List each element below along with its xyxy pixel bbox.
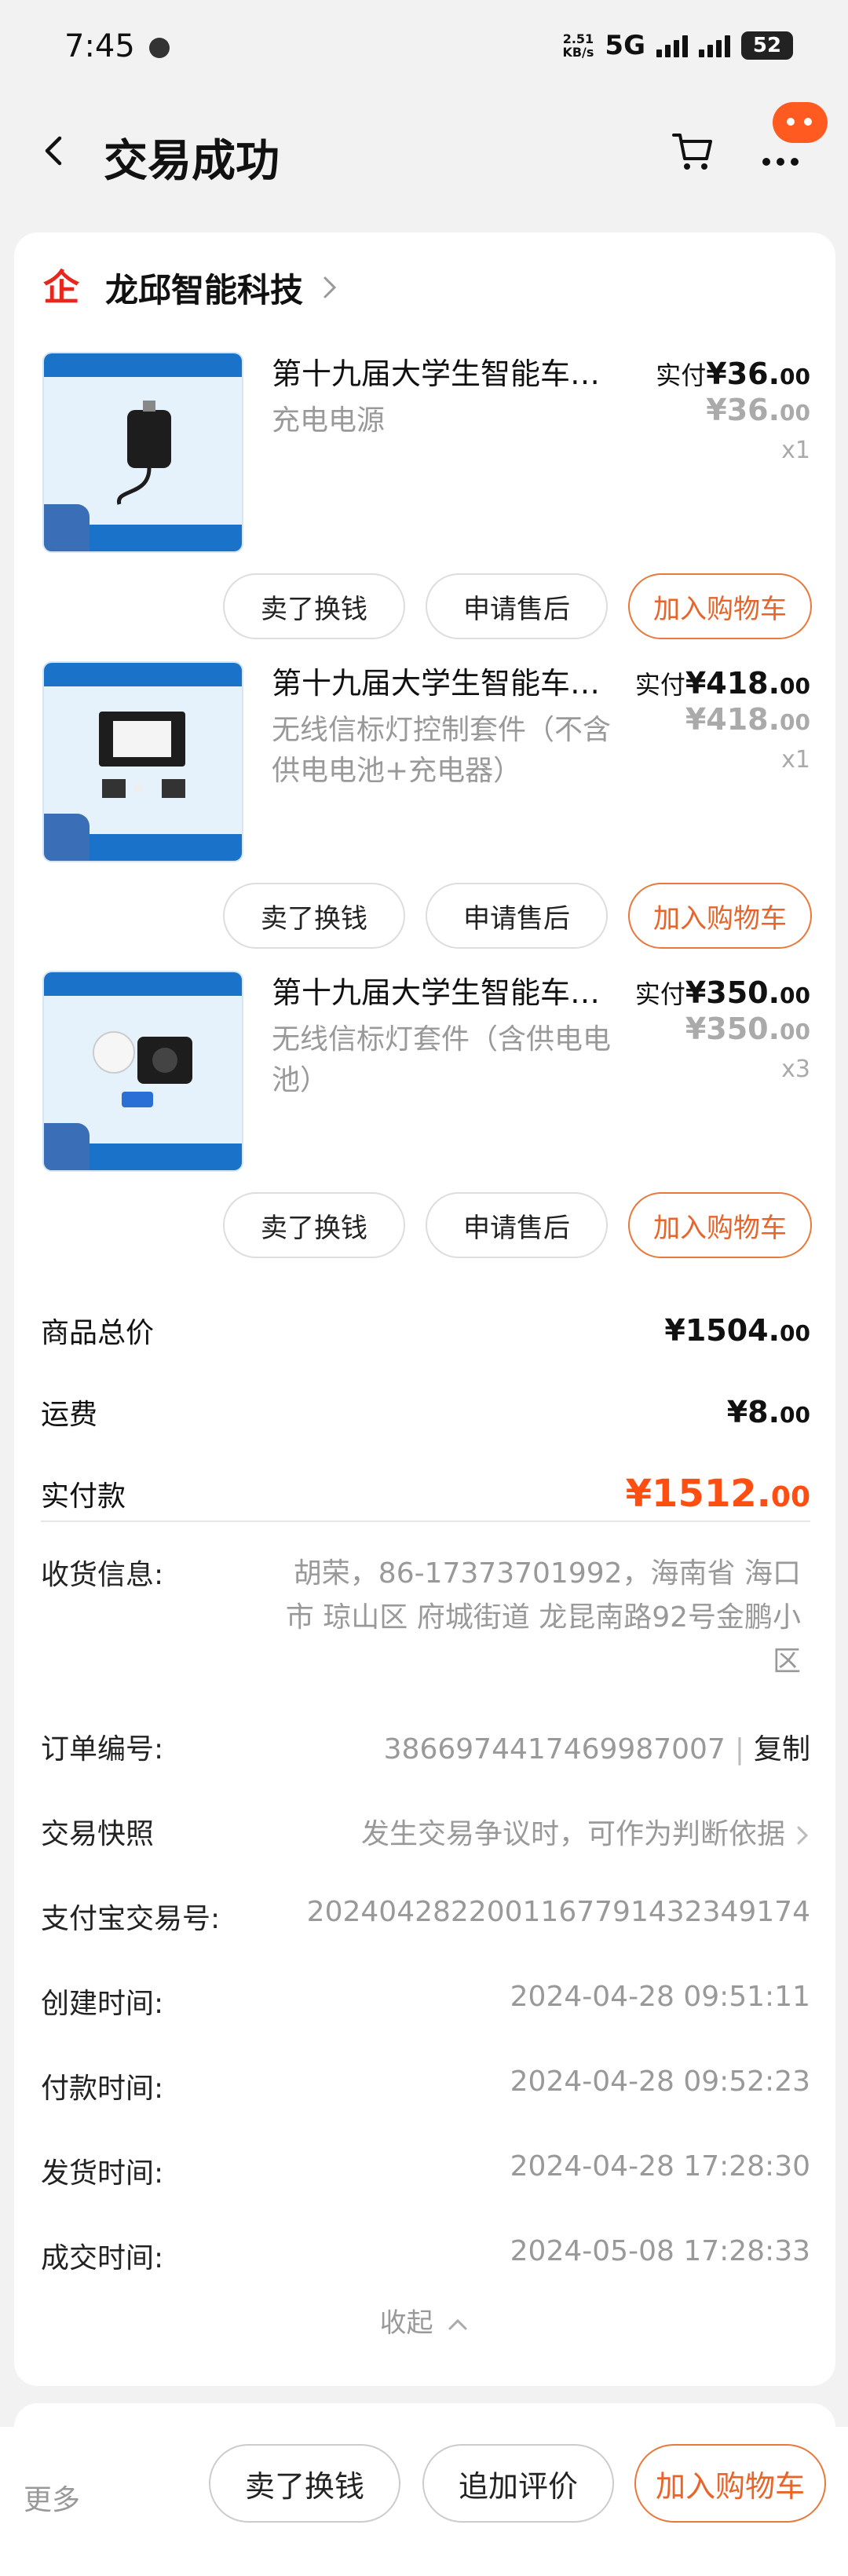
- item-title[interactable]: 第十九届大学生智能车…: [272, 661, 617, 705]
- snapshot-row[interactable]: 交易快照 发生交易争议时，可作为判断依据: [41, 1811, 810, 1858]
- shop-name[interactable]: 龙邱智能科技: [105, 264, 303, 312]
- item-spec: 无线信标灯控制套件（不含供电电池+充电器）: [272, 714, 612, 787]
- paid-time-row: 付款时间: 2024-04-28 09:52:23: [41, 2066, 810, 2113]
- shipped-time-value: 2024-04-28 17:28:30: [510, 2150, 810, 2183]
- item-original-price: ¥418.00: [685, 702, 810, 737]
- add-to-cart-button[interactable]: 加入购物车: [628, 573, 812, 639]
- control-kit-product-image: [99, 712, 185, 798]
- item-paid-price: 实付¥350.00: [634, 975, 810, 1010]
- goods-total-label: 商品总价: [41, 1317, 155, 1349]
- add-to-cart-button[interactable]: 加入购物车: [628, 883, 812, 949]
- address-row: 收货信息: 胡荣，86-17373701992，海南省 海口市 琼山区 府城街道…: [41, 1552, 810, 1701]
- alipay-label: 支付宝交易号:: [41, 1903, 221, 1935]
- item-actions: 卖了换钱 申请售后 加入购物车: [223, 573, 812, 639]
- shop-header[interactable]: 企 龙邱智能科技: [41, 264, 341, 311]
- item-paid-price: 实付¥36.00: [656, 357, 810, 391]
- goods-total-value: ¥1504.00: [664, 1313, 810, 1348]
- divider: [41, 1520, 810, 1522]
- charger-product-image: [117, 401, 171, 505]
- done-time-label: 成交时间:: [41, 2242, 164, 2274]
- bottom-action-bar: 更多 卖了换钱 追加评价 加入购物车: [0, 2427, 848, 2576]
- item-original-price: ¥36.00: [706, 393, 810, 427]
- item-actions: 卖了换钱 申请售后 加入购物车: [223, 1192, 812, 1258]
- order-number-label: 订单编号:: [41, 1733, 164, 1766]
- order-card: 企 龙邱智能科技 第十九届大学生智能车… 充电电源 实付¥36.00 ¥36.0…: [14, 232, 835, 2386]
- item-quantity: x3: [781, 1056, 810, 1083]
- order-number-row: 订单编号: 3866974417469987007 | 复制: [41, 1726, 810, 1773]
- add-to-cart-button[interactable]: 加入购物车: [628, 1192, 812, 1258]
- paid-total-row: 实付款 ¥1512.00: [41, 1470, 810, 1517]
- copy-button[interactable]: 复制: [754, 1733, 810, 1766]
- item-spec: 无线信标灯套件（含供电电池）: [272, 1023, 612, 1096]
- snapshot-value[interactable]: 发生交易争议时，可作为判断依据: [361, 1811, 810, 1852]
- done-time-value: 2024-05-08 17:28:33: [510, 2235, 810, 2267]
- goods-total-row: 商品总价 ¥1504.00: [41, 1307, 810, 1354]
- address-label: 收货信息:: [41, 1559, 164, 1591]
- product-thumbnail[interactable]: [42, 971, 243, 1172]
- page-title: 交易成功: [104, 136, 280, 187]
- sell-button[interactable]: 卖了换钱: [223, 883, 405, 949]
- created-time-row: 创建时间: 2024-04-28 09:51:11: [41, 1981, 810, 2028]
- product-thumbnail[interactable]: [42, 661, 243, 862]
- paid-time-value: 2024-04-28 09:52:23: [510, 2066, 810, 2098]
- message-bubble-icon[interactable]: [773, 102, 828, 143]
- order-item[interactable]: 第十九届大学生智能车… 无线信标灯控制套件（不含供电电池+充电器） 实付¥418…: [14, 661, 835, 960]
- cart-icon[interactable]: [669, 127, 716, 174]
- chevron-up-icon: [448, 2318, 467, 2329]
- shipping-label: 运费: [41, 1399, 98, 1431]
- item-quantity: x1: [781, 437, 810, 464]
- chevron-right-icon: [323, 276, 337, 298]
- status-bar: 7:45 2.51 KB/s 5G 52: [0, 0, 848, 94]
- collapse-toggle[interactable]: 收起: [14, 2301, 835, 2340]
- alipay-value: 2024042822001167791432349174: [306, 1896, 810, 1928]
- notification-dot-icon: [149, 38, 170, 58]
- add-to-cart-button[interactable]: 加入购物车: [634, 2444, 826, 2523]
- after-sales-button[interactable]: 申请售后: [426, 883, 608, 949]
- status-right: 2.51 KB/s 5G 52: [562, 30, 793, 61]
- snapshot-label: 交易快照: [41, 1818, 155, 1850]
- after-sales-button[interactable]: 申请售后: [426, 573, 608, 639]
- shipped-time-label: 发货时间:: [41, 2157, 164, 2190]
- shipped-time-row: 发货时间: 2024-04-28 17:28:30: [41, 2150, 810, 2197]
- back-arrow-icon[interactable]: [36, 132, 74, 170]
- alipay-row: 支付宝交易号: 2024042822001167791432349174: [41, 1896, 810, 1943]
- item-paid-price: 实付¥418.00: [634, 666, 810, 701]
- created-time-value: 2024-04-28 09:51:11: [510, 1981, 810, 2013]
- shipping-value: ¥8.00: [726, 1395, 810, 1429]
- item-title[interactable]: 第十九届大学生智能车…: [272, 352, 617, 396]
- done-time-row: 成交时间: 2024-05-08 17:28:33: [41, 2235, 810, 2282]
- status-time: 7:45: [64, 28, 135, 64]
- order-number-value: 3866974417469987007 | 复制: [383, 1733, 810, 1766]
- item-actions: 卖了换钱 申请售后 加入购物车: [223, 883, 812, 949]
- order-item[interactable]: 第十九届大学生智能车… 无线信标灯套件（含供电电池） 实付¥350.00 ¥35…: [14, 971, 835, 1269]
- nav-bar: 交易成功: [0, 102, 848, 196]
- signal-bars-icon: [699, 34, 730, 57]
- paid-time-label: 付款时间:: [41, 2073, 164, 2105]
- paid-total-value: ¥1512.00: [625, 1472, 810, 1516]
- item-spec: 充电电源: [272, 404, 386, 437]
- beacon-light-product-image: [93, 1031, 192, 1107]
- chevron-right-icon: [797, 1826, 809, 1845]
- sell-button[interactable]: 卖了换钱: [223, 1192, 405, 1258]
- network-speed: 2.51 KB/s: [562, 31, 594, 60]
- order-item[interactable]: 第十九届大学生智能车… 充电电源 实付¥36.00 ¥36.00 x1 卖了换钱…: [14, 352, 835, 650]
- created-time-label: 创建时间:: [41, 1988, 164, 2020]
- more-link[interactable]: 更多: [24, 2477, 80, 2518]
- signal-bars-icon: [656, 34, 688, 57]
- battery-icon: 52: [741, 31, 793, 60]
- item-title[interactable]: 第十九届大学生智能车…: [272, 971, 617, 1015]
- shipping-row: 运费 ¥8.00: [41, 1389, 810, 1436]
- product-thumbnail[interactable]: [42, 352, 243, 553]
- item-quantity: x1: [781, 746, 810, 774]
- paid-total-label: 实付款: [41, 1480, 126, 1513]
- sell-button[interactable]: 卖了换钱: [223, 573, 405, 639]
- item-original-price: ¥350.00: [685, 1012, 810, 1046]
- add-review-button[interactable]: 追加评价: [422, 2444, 614, 2523]
- after-sales-button[interactable]: 申请售后: [426, 1192, 608, 1258]
- sell-button[interactable]: 卖了换钱: [209, 2444, 400, 2523]
- enterprise-shop-icon: 企: [43, 266, 79, 309]
- network-type: 5G: [605, 30, 645, 61]
- address-value: 胡荣，86-17373701992，海南省 海口市 琼山区 府城街道 龙昆南路9…: [285, 1557, 801, 1678]
